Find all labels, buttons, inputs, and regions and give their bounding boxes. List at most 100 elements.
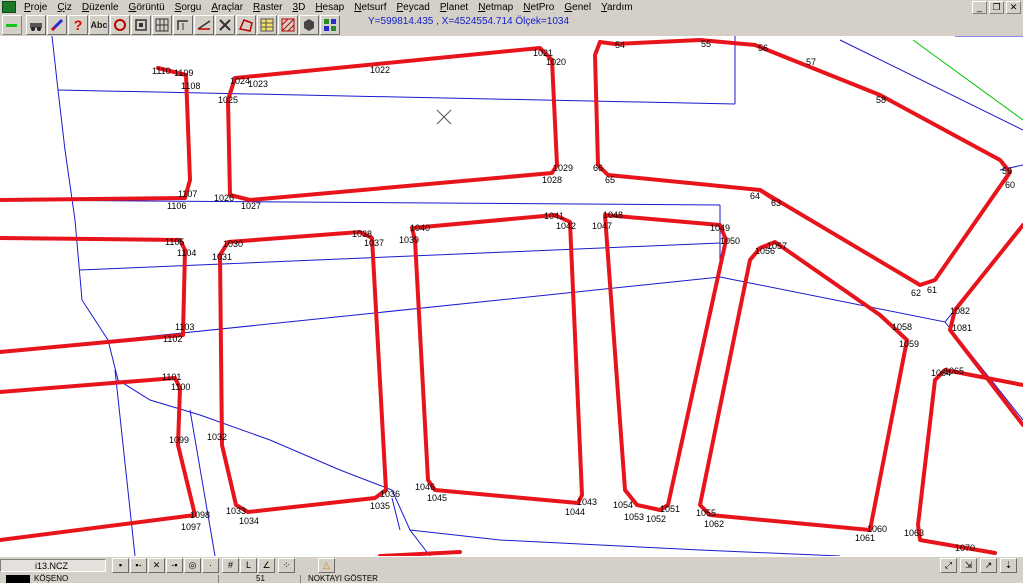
help-icon[interactable]: ? — [68, 15, 88, 35]
point-label: 1049 — [710, 223, 730, 233]
point-label: 1061 — [855, 533, 875, 543]
angle-icon[interactable] — [194, 15, 214, 35]
point-label: 1106 — [167, 201, 186, 211]
pan-button[interactable]: ⇲ — [960, 558, 977, 573]
menu-araclar[interactable]: Araçlar — [206, 2, 248, 13]
point-label: 1036 — [380, 489, 400, 499]
snap-perpendicular-button[interactable]: -▪ — [166, 558, 183, 573]
point-label: 61 — [927, 285, 937, 295]
point-label: 60 — [1005, 180, 1015, 190]
warning-icon[interactable]: △ — [318, 558, 335, 573]
cursor-cross-icon — [436, 109, 452, 125]
menu-netmap[interactable]: Netmap — [473, 2, 518, 13]
point-label: 1110 — [152, 66, 171, 76]
point-label: 1032 — [207, 432, 227, 442]
menu-peycad[interactable]: Peycad — [391, 2, 434, 13]
coordinate-readout: Y=599814.435 , X=4524554.714 Ölçek=1034 — [368, 16, 570, 27]
point-label: 1044 — [565, 507, 585, 517]
point-label: 1027 — [241, 201, 261, 211]
cross-icon[interactable] — [215, 15, 235, 35]
zoom-extents-button[interactable]: ⤢ — [940, 558, 957, 573]
active-layer-indicator[interactable] — [2, 15, 22, 35]
menu-netsurf[interactable]: Netsurf — [349, 2, 391, 13]
close-button[interactable]: ✕ — [1006, 1, 1021, 14]
point-label: 1055 — [696, 508, 716, 518]
point-label: 1025 — [218, 95, 238, 105]
point-label: 1030 — [223, 239, 243, 249]
point-label: 1020 — [546, 57, 566, 67]
point-label: 1058 — [892, 322, 912, 332]
table-icon[interactable] — [257, 15, 277, 35]
point-label: 54 — [615, 40, 625, 50]
snap-line-button[interactable]: ▪- — [130, 558, 147, 573]
menu-hesap[interactable]: Hesap — [310, 2, 349, 13]
point-label: 1051 — [660, 504, 680, 514]
grid-toggle-button[interactable]: # — [222, 558, 239, 573]
file-name-field[interactable]: i13.NCZ — [0, 559, 106, 572]
menu-goruntu[interactable]: Görüntü — [124, 2, 170, 13]
parcel-icon[interactable] — [236, 15, 256, 35]
snap-center-button[interactable]: ◎ — [184, 558, 201, 573]
point-label: 1031 — [212, 252, 232, 262]
point-label: 1033 — [226, 506, 246, 516]
point-label: 1042 — [556, 221, 576, 231]
car-icon[interactable] — [26, 15, 46, 35]
point-label: 1102 — [163, 334, 182, 344]
point-label: 1108 — [181, 81, 200, 91]
frame-icon[interactable] — [131, 15, 151, 35]
app-icon[interactable] — [2, 1, 16, 13]
point-label: 1041 — [544, 211, 564, 221]
point-label: 1045 — [427, 493, 447, 503]
restore-button[interactable]: ❐ — [989, 1, 1004, 14]
point-label: 1065 — [944, 366, 964, 376]
pencil-icon[interactable] — [47, 15, 67, 35]
menu-duzenle[interactable]: Düzenle — [77, 2, 124, 13]
angle-snap-button[interactable]: ∠ — [258, 558, 275, 573]
snap-intersection-button[interactable]: ✕ — [148, 558, 165, 573]
point-label: 1053 — [624, 512, 644, 522]
point-label: 1034 — [239, 516, 259, 526]
cube-icon[interactable] — [299, 15, 319, 35]
point-label: 1063 — [904, 528, 924, 538]
parcel-lines — [0, 38, 1023, 556]
measure-icon[interactable] — [173, 15, 193, 35]
point-label: 1039 — [399, 235, 419, 245]
hatch-icon[interactable] — [278, 15, 298, 35]
menu-3d[interactable]: 3D — [288, 2, 311, 13]
circle-icon[interactable] — [110, 15, 130, 35]
snap-point-button[interactable]: ▪ — [112, 558, 129, 573]
point-label: 1054 — [613, 500, 633, 510]
menu-planet[interactable]: Planet — [435, 2, 473, 13]
layers-icon[interactable] — [320, 15, 340, 35]
point-label: 1105 — [165, 237, 184, 247]
map-canvas[interactable]: 1110 1109 1108 1024 1023 1022 1021 1020 … — [0, 36, 1023, 556]
point-label: 1097 — [181, 522, 201, 532]
menu-ciz[interactable]: Çiz — [52, 2, 76, 13]
point-label: 1062 — [704, 519, 724, 529]
text-icon[interactable]: Abc — [89, 15, 109, 35]
menu-bar: Proje Çiz Düzenle Görüntü Sorgu Araçlar … — [0, 0, 1023, 14]
point-label: 1050 — [720, 236, 740, 246]
snap-nearest-button[interactable]: · — [202, 558, 219, 573]
point-label: 1026 — [214, 193, 234, 203]
grid-icon[interactable] — [152, 15, 172, 35]
coordinate-mode-button[interactable]: ⇣ — [1000, 558, 1017, 573]
menu-yardim[interactable]: Yardım — [596, 2, 638, 13]
point-label: 55 — [701, 39, 711, 49]
menu-netpro[interactable]: NetPro — [518, 2, 559, 13]
menu-genel[interactable]: Genel — [559, 2, 596, 13]
ortho-toggle-button[interactable]: L — [240, 558, 257, 573]
point-label: 1104 — [177, 248, 196, 258]
point-label: 1029 — [553, 163, 573, 173]
point-label: 57 — [806, 57, 816, 67]
point-label: 1082 — [950, 306, 970, 316]
menu-raster[interactable]: Raster — [248, 2, 287, 13]
point-label: 1048 — [603, 210, 623, 220]
point-label: 1043 — [577, 497, 597, 507]
polar-grid-button[interactable]: ⁘ — [278, 558, 295, 573]
menu-sorgu[interactable]: Sorgu — [170, 2, 207, 13]
minimize-button[interactable]: _ — [972, 1, 987, 14]
snap-settings-button[interactable]: ↗ — [980, 558, 997, 573]
menu-proje[interactable]: Proje — [19, 2, 52, 13]
point-label: 1101 — [162, 372, 181, 382]
